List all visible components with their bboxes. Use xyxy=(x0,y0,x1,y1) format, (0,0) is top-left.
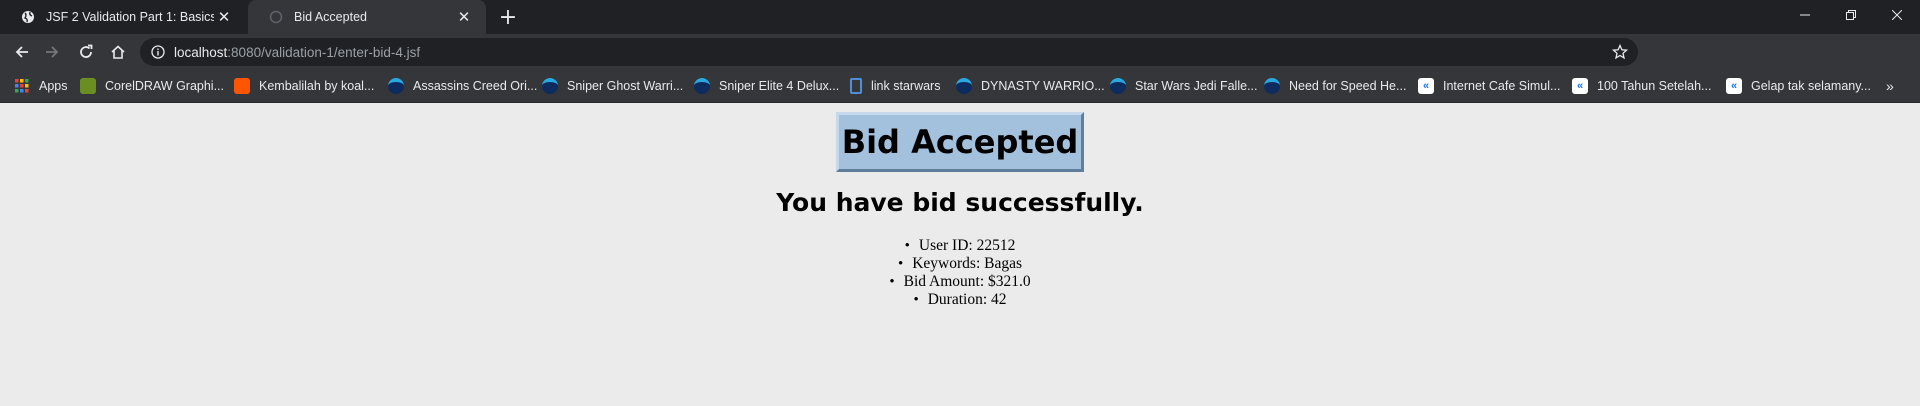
bookmark-assassins-creed[interactable]: Assassins Creed Ori... xyxy=(388,76,537,96)
bookmark-label: Sniper Ghost Warri... xyxy=(567,79,684,93)
bookmark-link-starwars[interactable]: link starwars xyxy=(850,76,940,96)
ninja-icon xyxy=(542,78,558,94)
bookmark-apps[interactable]: Apps xyxy=(14,76,68,96)
bookmark-sniper-ghost[interactable]: Sniper Ghost Warri... xyxy=(542,76,683,96)
bookmark-label: link starwars xyxy=(871,79,941,93)
bookmark-100-tahun[interactable]: « 100 Tahun Setelah... xyxy=(1572,76,1711,96)
bookmark-label: Apps xyxy=(39,79,68,93)
duration-item: Duration: 42 xyxy=(0,291,1920,309)
coreldraw-icon xyxy=(80,78,96,94)
minimize-icon[interactable] xyxy=(1782,0,1828,30)
window-close-icon[interactable] xyxy=(1874,0,1920,30)
browser-toolbar: localhost:8080/validation-1/enter-bid-4.… xyxy=(0,34,1920,96)
keywords-item: Keywords: Bagas xyxy=(0,255,1920,273)
bookmark-icon xyxy=(850,78,862,94)
bookmark-internet-cafe[interactable]: « Internet Cafe Simul... xyxy=(1418,76,1560,96)
bookmark-kembalilah[interactable]: Kembalilah by koal... xyxy=(234,76,374,96)
bookmark-star-wars-jedi[interactable]: Star Wars Jedi Falle... xyxy=(1110,76,1258,96)
k-icon: « xyxy=(1572,78,1588,94)
tab-strip: JSF 2 Validation Part 1: Basics ✕ Bid Ac… xyxy=(0,0,1920,34)
reload-button[interactable] xyxy=(72,38,100,66)
soundcloud-icon xyxy=(234,78,250,94)
restore-icon[interactable] xyxy=(1828,0,1874,30)
success-message: You have bid successfully. xyxy=(776,188,1144,217)
forward-button[interactable] xyxy=(38,38,66,66)
close-tab-icon[interactable]: ✕ xyxy=(454,7,474,27)
back-button[interactable] xyxy=(8,38,36,66)
ninja-icon xyxy=(694,78,710,94)
bookmark-label: Internet Cafe Simul... xyxy=(1443,79,1561,93)
url-path: :8080/validation-1/enter-bid-4.jsf xyxy=(227,44,421,60)
bid-amount-item: Bid Amount: $321.0 xyxy=(0,273,1920,291)
title-banner: Bid Accepted xyxy=(836,112,1084,172)
tab-bid-accepted[interactable]: Bid Accepted ✕ xyxy=(248,0,486,34)
tab-title: JSF 2 Validation Part 1: Basics xyxy=(46,10,214,24)
bookmark-label: DYNASTY WARRIO... xyxy=(981,79,1105,93)
bookmark-dynasty-warriors[interactable]: DYNASTY WARRIO... xyxy=(956,76,1105,96)
home-button[interactable] xyxy=(104,38,132,66)
user-id-item: User ID: 22512 xyxy=(0,237,1920,255)
tab-title: Bid Accepted xyxy=(294,10,367,24)
address-bar[interactable]: localhost:8080/validation-1/enter-bid-4.… xyxy=(140,38,1638,66)
new-tab-button[interactable]: + xyxy=(496,7,520,29)
bookmark-label: 100 Tahun Setelah... xyxy=(1597,79,1712,93)
ninja-icon xyxy=(388,78,404,94)
close-tab-icon[interactable]: ✕ xyxy=(214,7,234,27)
bookmark-need-for-speed[interactable]: Need for Speed He... xyxy=(1264,76,1406,96)
loading-icon xyxy=(268,9,284,25)
k-icon: « xyxy=(1418,78,1434,94)
ninja-icon xyxy=(956,78,972,94)
bookmark-label: Sniper Elite 4 Delux... xyxy=(719,79,840,93)
ninja-icon xyxy=(1110,78,1126,94)
bookmark-coreldraw[interactable]: CorelDRAW Graphi... xyxy=(80,76,224,96)
bookmark-label: CorelDRAW Graphi... xyxy=(105,79,225,93)
globe-icon xyxy=(20,9,36,25)
bookmark-gelap[interactable]: « Gelap tak selamany... xyxy=(1726,76,1871,96)
tab-jsf-validation[interactable]: JSF 2 Validation Part 1: Basics ✕ xyxy=(0,0,246,34)
k-icon: « xyxy=(1726,78,1742,94)
page-title: Bid Accepted xyxy=(841,123,1079,161)
page-content: Bid Accepted You have bid successfully. … xyxy=(0,104,1920,406)
more-bookmarks-chevron-icon[interactable]: » xyxy=(1886,78,1894,94)
bookmarks-bar: Apps CorelDRAW Graphi... Kembalilah by k… xyxy=(0,70,1920,103)
ninja-icon xyxy=(1264,78,1280,94)
bookmark-label: Need for Speed He... xyxy=(1289,79,1407,93)
bookmark-label: Gelap tak selamany... xyxy=(1751,79,1871,93)
info-icon[interactable] xyxy=(150,44,166,60)
bid-details-list: User ID: 22512 Keywords: Bagas Bid Amoun… xyxy=(0,237,1920,309)
bookmark-star-icon[interactable] xyxy=(1612,44,1628,60)
url-text[interactable]: localhost:8080/validation-1/enter-bid-4.… xyxy=(174,45,420,60)
apps-grid-icon xyxy=(14,78,30,94)
bookmark-sniper-elite[interactable]: Sniper Elite 4 Delux... xyxy=(694,76,839,96)
url-host: localhost xyxy=(174,44,228,60)
bookmark-label: Kembalilah by koal... xyxy=(259,79,375,93)
bookmark-label: Assassins Creed Ori... xyxy=(413,79,538,93)
bookmark-label: Star Wars Jedi Falle... xyxy=(1135,79,1258,93)
